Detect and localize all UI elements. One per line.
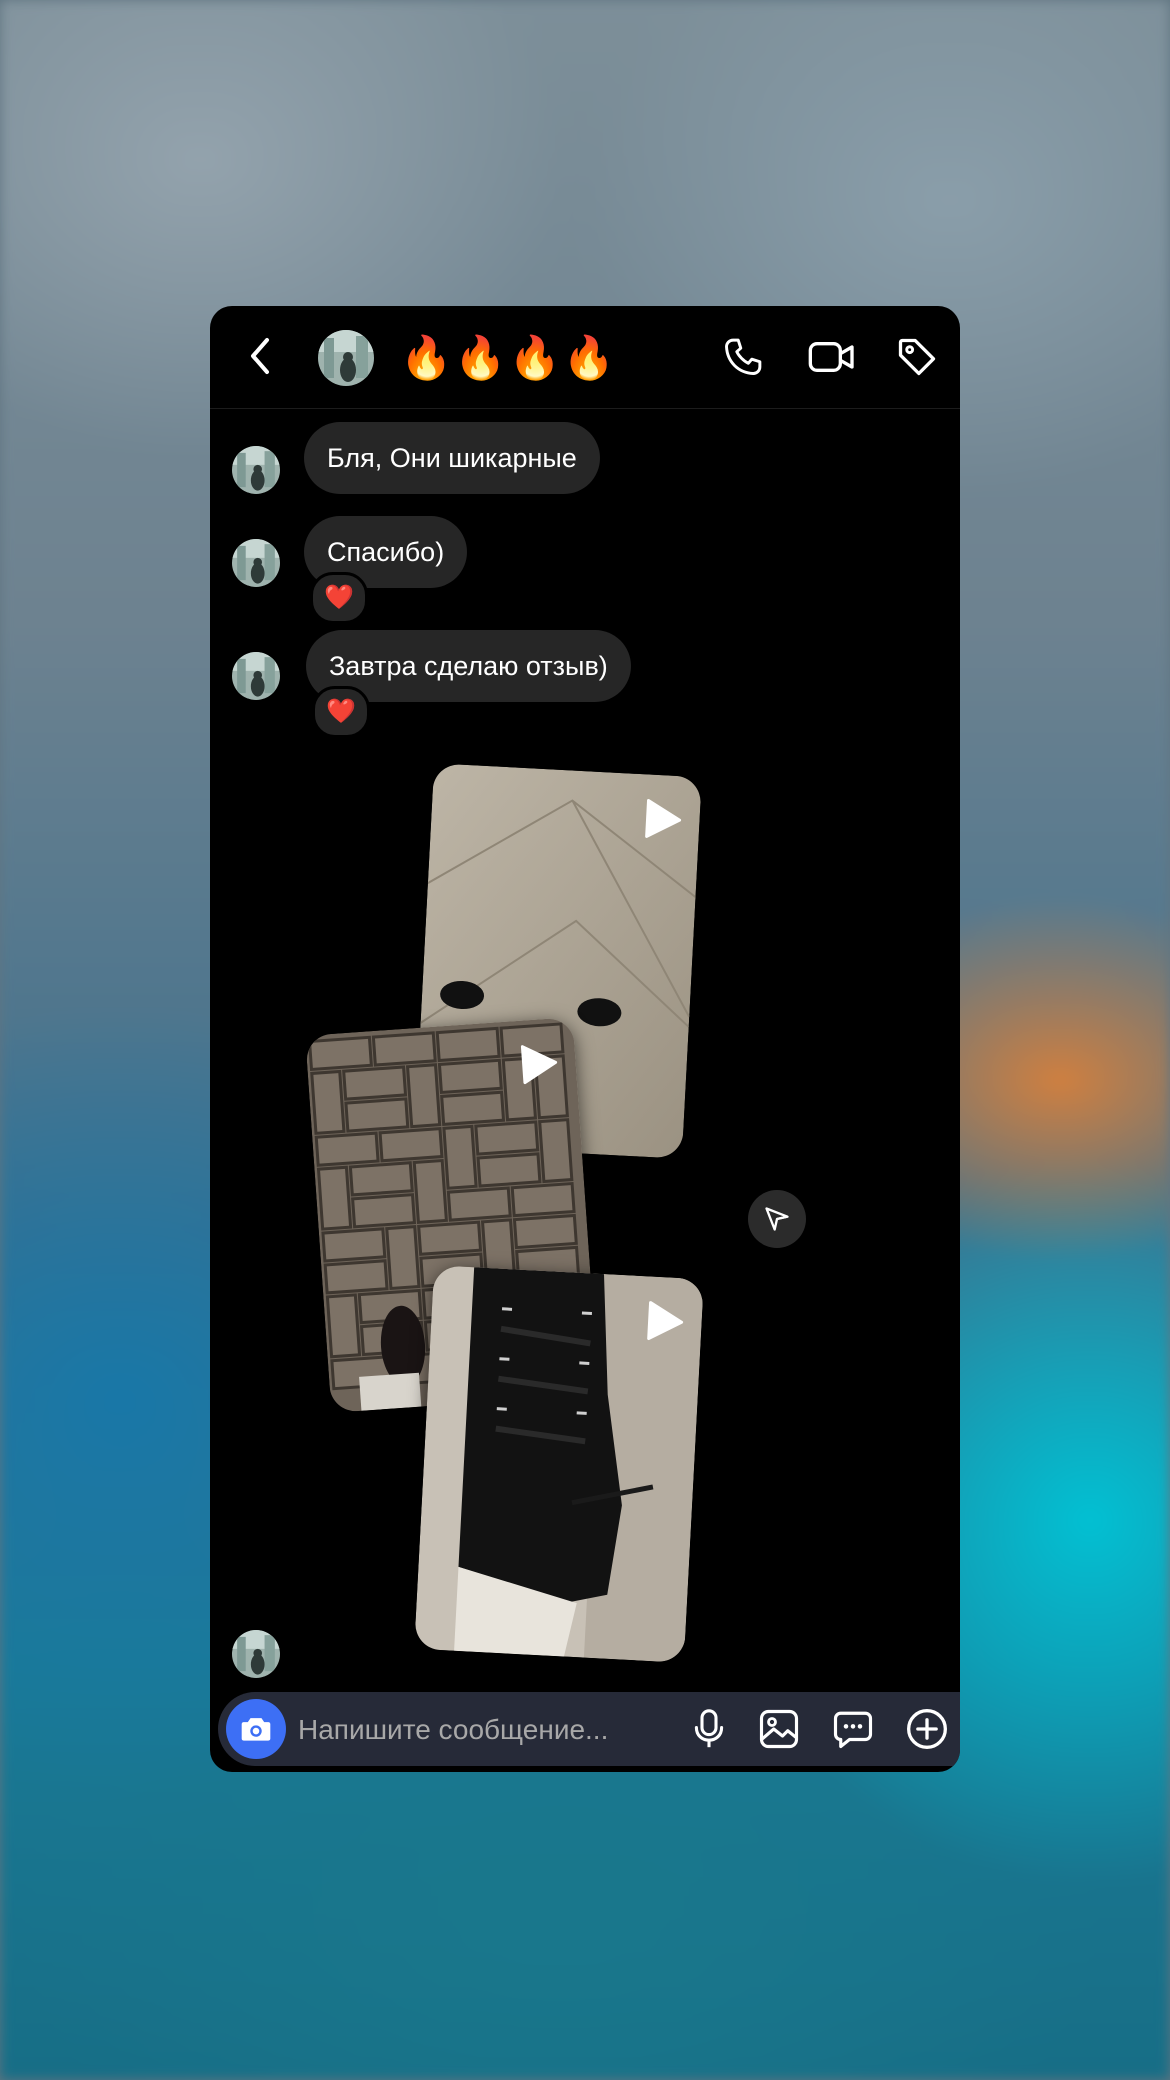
heart-reaction[interactable]: ❤️ xyxy=(310,572,368,624)
tag-icon xyxy=(898,338,936,376)
avatar-image xyxy=(232,1630,280,1678)
gallery-button[interactable] xyxy=(756,1706,802,1752)
tag-button[interactable] xyxy=(892,332,942,382)
avatar-image xyxy=(232,446,280,494)
voice-message-button[interactable] xyxy=(686,1706,732,1752)
add-button[interactable] xyxy=(904,1706,950,1752)
chat-avatar[interactable] xyxy=(318,330,374,386)
message-input[interactable] xyxy=(296,1704,640,1756)
plus-circle-icon xyxy=(907,1709,947,1749)
sender-avatar[interactable] xyxy=(232,652,280,700)
send-icon xyxy=(765,1207,789,1231)
sender-avatar[interactable] xyxy=(232,539,280,587)
camera-button[interactable] xyxy=(226,1699,286,1759)
message-composer xyxy=(218,1692,960,1766)
chat-title: 🔥🔥🔥🔥 xyxy=(400,334,618,381)
play-icon xyxy=(520,1045,558,1085)
avatar-image xyxy=(232,652,280,700)
phone-icon xyxy=(725,338,762,375)
chat-header: 🔥🔥🔥🔥 xyxy=(210,306,960,409)
dm-chat-window: 🔥🔥🔥🔥 Бля, Они шикарные Спасибо) ❤️ Завтр… xyxy=(210,306,960,1772)
sender-avatar[interactable] xyxy=(232,446,280,494)
sender-avatar[interactable] xyxy=(232,1630,280,1678)
microphone-icon xyxy=(694,1709,724,1748)
camera-icon xyxy=(241,1718,271,1741)
message-bubble[interactable]: Бля, Они шикарные xyxy=(304,422,600,494)
video-clip-sneaker[interactable] xyxy=(414,1265,704,1663)
share-button[interactable] xyxy=(748,1190,806,1248)
sticker-button[interactable] xyxy=(830,1706,876,1752)
message-bubble-icon xyxy=(833,1711,873,1749)
play-icon xyxy=(645,799,682,838)
chevron-left-icon xyxy=(251,338,269,374)
back-button[interactable] xyxy=(238,334,282,378)
play-icon xyxy=(647,1301,684,1341)
heart-reaction[interactable]: ❤️ xyxy=(312,686,370,738)
avatar-image xyxy=(232,539,280,587)
video-call-button[interactable] xyxy=(804,332,860,382)
avatar-image xyxy=(318,330,374,386)
video-camera-icon xyxy=(808,342,854,372)
call-button[interactable] xyxy=(718,332,768,382)
image-icon xyxy=(759,1709,799,1749)
